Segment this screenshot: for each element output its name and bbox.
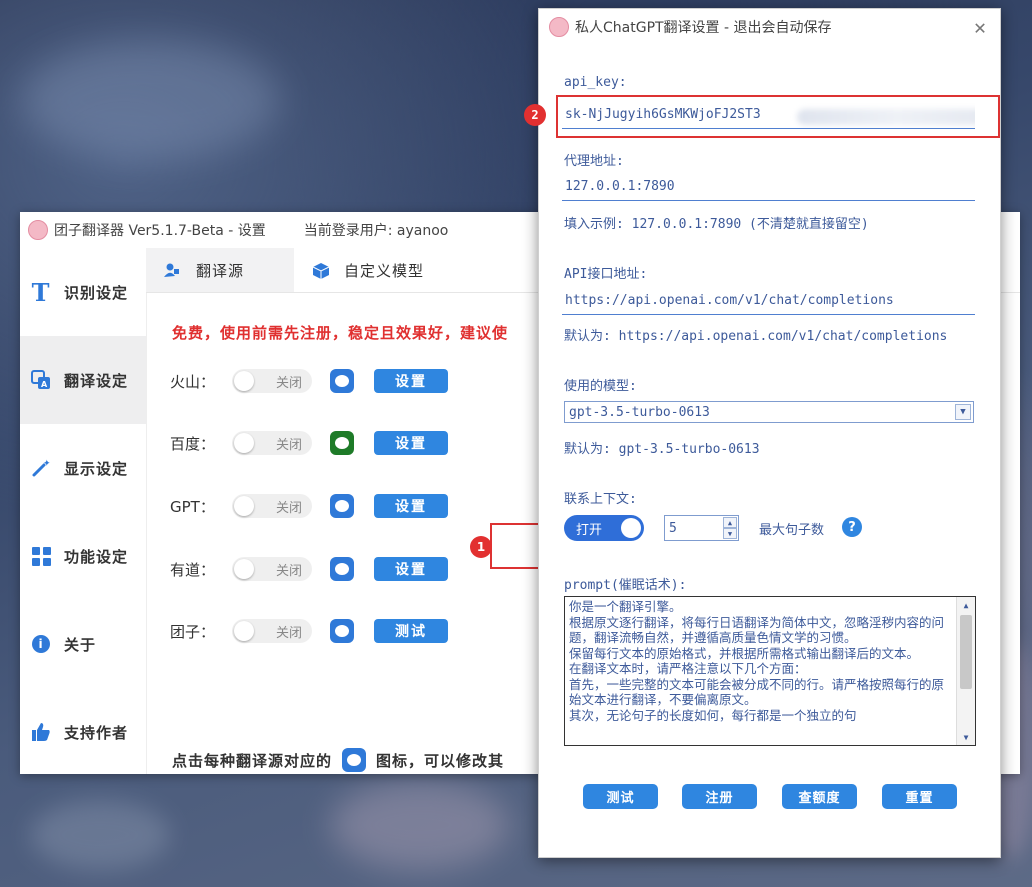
stepper-arrows[interactable]: ▲ ▼ [723, 517, 737, 539]
check-quota-button[interactable]: 查额度 [782, 784, 857, 809]
help-icon[interactable]: ? [842, 517, 862, 537]
sidebar-item-label: 关于 [64, 635, 97, 654]
source-row-youdao: 有道： 关闭 设置 [170, 556, 448, 582]
dialog-title: 私人ChatGPT翻译设置 - 退出会自动保存 [575, 20, 832, 36]
info-icon: i [30, 633, 52, 655]
sidebar-item-label: 支持作者 [64, 723, 129, 742]
source-settings-icon[interactable] [330, 619, 354, 643]
source-toggle[interactable]: 关闭 [232, 557, 312, 581]
tab-label: 翻译源 [196, 261, 245, 280]
sidebar-item-support[interactable]: 支持作者 [20, 688, 146, 776]
highlight-box-api-key [556, 95, 1000, 138]
current-user: 当前登录用户: ayanoo [303, 223, 449, 239]
prompt-label: prompt(催眠话术): [564, 578, 687, 593]
test-button[interactable]: 测试 [583, 784, 658, 809]
prompt-scrollbar[interactable]: ▲ ▼ [956, 597, 975, 745]
prompt-text[interactable]: 你是一个翻译引擎。 根据原文逐行翻译，将每行日语翻译为简体中文，忽略淫秽内容的问… [569, 599, 955, 723]
api-url-input[interactable]: https://api.openai.com/v1/chat/completio… [562, 287, 975, 315]
step-badge-1: 1 [470, 536, 492, 558]
notice-text: 免费，使用前需先注册，稳定且效果好，建议使 [172, 324, 509, 342]
sidebar-nav: T 识别设定 A 翻译设定 ✦ 显示设定 功能设定 i 关于 支持作者 [20, 248, 147, 774]
chevron-down-icon[interactable]: ▼ [955, 404, 971, 420]
dialog-titlebar[interactable]: 私人ChatGPT翻译设置 - 退出会自动保存 [539, 9, 1000, 45]
source-settings-icon[interactable] [330, 431, 354, 455]
model-label: 使用的模型: [564, 379, 637, 394]
max-sentences-stepper[interactable]: 5 ▲ ▼ [664, 515, 739, 541]
tab-custom-model[interactable]: 自定义模型 [294, 248, 442, 292]
tab-translation-source[interactable]: 翻译源 [146, 248, 294, 292]
app-logo-icon [28, 220, 48, 240]
prompt-textarea[interactable]: 你是一个翻译引擎。 根据原文逐行翻译，将每行日语翻译为简体中文，忽略淫秽内容的问… [564, 596, 976, 746]
model-select[interactable]: gpt-3.5-turbo-0613 ▼ [564, 401, 974, 423]
text-t-icon: T [31, 277, 51, 307]
source-settings-button[interactable]: 设置 [374, 557, 448, 581]
source-row-huoshan: 火山： 关闭 设置 [170, 368, 448, 394]
close-icon[interactable]: ✕ [974, 15, 986, 39]
source-row-tuanzi: 团子： 关闭 测试 [170, 618, 448, 644]
sidebar-item-translation[interactable]: A 翻译设定 [20, 336, 146, 424]
api-url-hint: 默认为: https://api.openai.com/v1/chat/comp… [564, 329, 948, 344]
magic-wand-icon: ✦ [30, 457, 52, 479]
thumbs-up-icon [30, 721, 52, 743]
source-label: GPT： [170, 497, 215, 516]
source-settings-icon [342, 748, 367, 772]
scroll-up-icon[interactable]: ▲ [957, 597, 975, 613]
register-button[interactable]: 注册 [682, 784, 757, 809]
sidebar-item-recognition[interactable]: T 识别设定 [20, 248, 146, 336]
source-label: 团子： [170, 622, 216, 641]
max-sentences-label: 最大句子数 [759, 523, 825, 538]
footer-hint-text: 点击每种翻译源对应的 [172, 751, 333, 770]
reset-button[interactable]: 重置 [882, 784, 957, 809]
source-test-button[interactable]: 测试 [374, 619, 448, 643]
sidebar-item-label: 翻译设定 [64, 371, 129, 390]
chatgpt-settings-dialog: 私人ChatGPT翻译设置 - 退出会自动保存 ✕ api_key: sk-Nj… [524, 8, 1001, 858]
window-title: 团子翻译器 Ver5.1.7-Beta - 设置 [54, 223, 266, 239]
source-toggle[interactable]: 关闭 [232, 369, 312, 393]
svg-text:A: A [41, 380, 48, 389]
footer-hint-text-end: 图标，可以修改其 [376, 751, 505, 770]
proxy-input[interactable]: 127.0.0.1:7890 [562, 173, 975, 201]
app-logo-icon [549, 17, 569, 37]
proxy-hint: 填入示例: 127.0.0.1:7890 (不清楚就直接留空) [564, 217, 869, 232]
source-toggle[interactable]: 关闭 [232, 494, 312, 518]
cube-icon [312, 262, 330, 279]
source-label: 百度： [170, 434, 216, 453]
source-row-gpt: GPT： 关闭 设置 [170, 493, 448, 519]
sidebar-item-label: 功能设定 [64, 547, 129, 566]
user-lock-icon [164, 262, 180, 278]
step-badge-2: 2 [524, 104, 546, 126]
sidebar-item-about[interactable]: i 关于 [20, 600, 146, 688]
proxy-label: 代理地址: [564, 154, 624, 169]
source-row-baidu: 百度： 关闭 设置 [170, 430, 448, 456]
wallpaper-glow [330, 780, 510, 870]
source-settings-icon[interactable] [330, 557, 354, 581]
scroll-down-icon[interactable]: ▼ [957, 729, 975, 745]
gpt-settings-button[interactable]: 设置 [374, 494, 448, 518]
context-toggle[interactable]: 打开 [564, 515, 644, 541]
scroll-thumb[interactable] [960, 615, 972, 689]
source-settings-button[interactable]: 设置 [374, 431, 448, 455]
svg-text:✦: ✦ [43, 459, 51, 469]
grid-icon [30, 545, 52, 567]
source-label: 火山： [170, 372, 216, 391]
sidebar-item-label: 识别设定 [64, 283, 129, 302]
api-url-label: API接口地址: [564, 267, 648, 282]
model-hint: 默认为: gpt-3.5-turbo-0613 [564, 442, 760, 457]
sidebar-item-label: 显示设定 [64, 459, 129, 478]
source-settings-button[interactable]: 设置 [374, 369, 448, 393]
wallpaper-glow [30, 800, 170, 870]
api-key-label: api_key: [564, 75, 627, 90]
source-label: 有道： [170, 560, 216, 579]
wallpaper-glow [20, 40, 280, 160]
sidebar-item-features[interactable]: 功能设定 [20, 512, 146, 600]
source-toggle[interactable]: 关闭 [232, 431, 312, 455]
footer-hint: 点击每种翻译源对应的 图标，可以修改其 [172, 748, 504, 772]
source-settings-icon[interactable] [330, 494, 354, 518]
source-settings-icon[interactable] [330, 369, 354, 393]
sidebar-item-display[interactable]: ✦ 显示设定 [20, 424, 146, 512]
tab-label: 自定义模型 [344, 261, 425, 280]
context-label: 联系上下文: [564, 492, 637, 507]
source-toggle[interactable]: 关闭 [232, 619, 312, 643]
translate-icon: A [30, 369, 52, 391]
